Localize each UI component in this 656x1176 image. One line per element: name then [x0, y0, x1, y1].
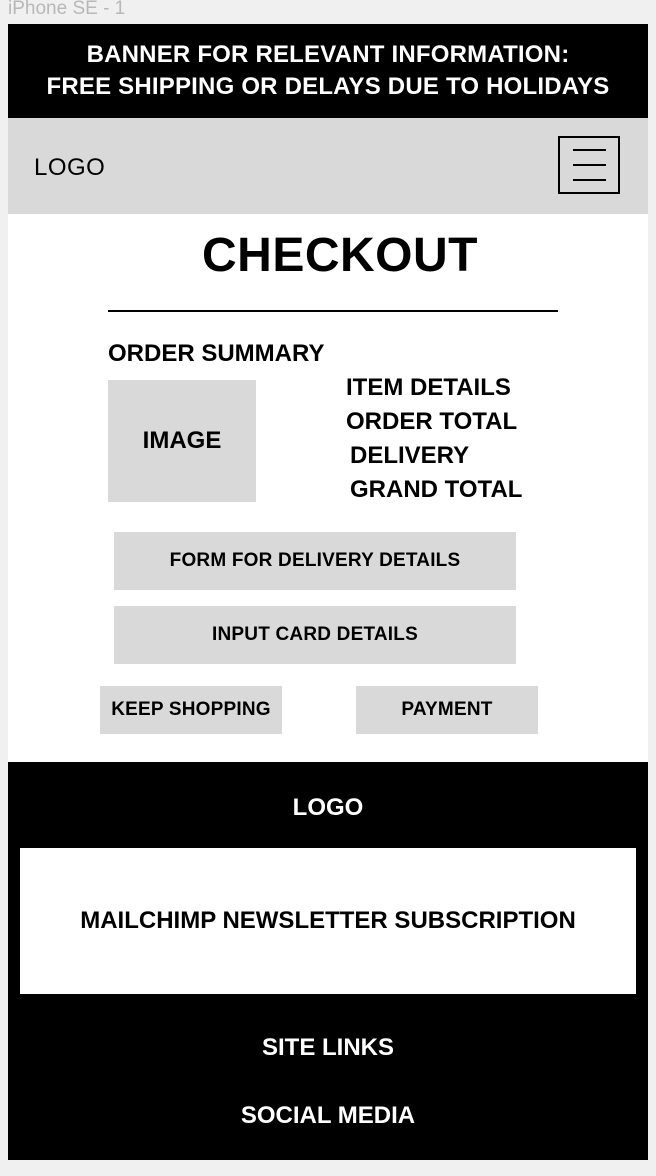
footer-logo[interactable]: LOGO [8, 794, 648, 822]
menu-button[interactable] [558, 136, 620, 194]
site-footer: LOGO MAILCHIMP NEWSLETTER SUBSCRIPTION S… [8, 762, 648, 1160]
title-divider [108, 310, 558, 312]
order-summary-heading: ORDER SUMMARY [108, 340, 325, 367]
newsletter-subscription[interactable]: MAILCHIMP NEWSLETTER SUBSCRIPTION [20, 848, 636, 994]
item-details-text: ITEM DETAILS [346, 374, 511, 401]
page-title: CHECKOUT [202, 229, 478, 282]
info-banner: BANNER FOR RELEVANT INFORMATION: FREE SH… [8, 24, 648, 118]
grand-total-text: GRAND TOTAL [350, 476, 523, 503]
banner-line-2: FREE SHIPPING OR DELAYS DUE TO HOLIDAYS [46, 73, 610, 100]
site-header: LOGO [8, 118, 648, 214]
payment-button[interactable]: PAYMENT [356, 686, 538, 734]
footer-social-media[interactable]: SOCIAL MEDIA [8, 1102, 648, 1130]
header-logo[interactable]: LOGO [34, 154, 105, 182]
banner-line-1: BANNER FOR RELEVANT INFORMATION: [86, 41, 570, 68]
order-total-text: ORDER TOTAL [346, 408, 518, 435]
keep-shopping-button[interactable]: KEEP SHOPPING [100, 686, 282, 734]
card-details-input[interactable]: INPUT CARD DETAILS [114, 606, 516, 664]
frame-label: iPhone SE - 1 [8, 0, 126, 19]
product-image-placeholder: IMAGE [108, 380, 256, 502]
footer-site-links[interactable]: SITE LINKS [8, 1034, 648, 1062]
delivery-text: DELIVERY [350, 442, 470, 469]
phone-frame: BANNER FOR RELEVANT INFORMATION: FREE SH… [8, 24, 648, 1160]
delivery-details-form[interactable]: FORM FOR DELIVERY DETAILS [114, 532, 516, 590]
